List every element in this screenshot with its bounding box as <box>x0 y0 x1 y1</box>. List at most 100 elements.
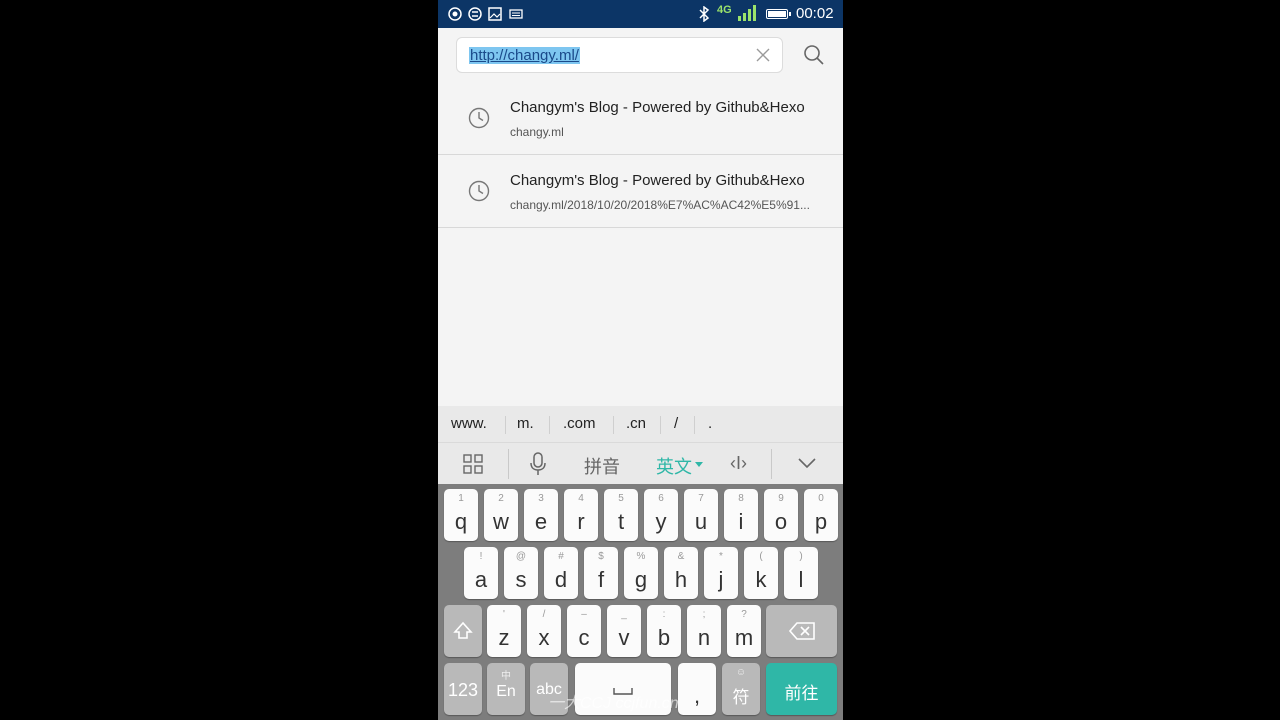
url-text: http://changy.ml/ <box>469 47 580 64</box>
suggestion-item[interactable]: Changym's Blog - Powered by Github&Hexo … <box>438 155 843 228</box>
key-h[interactable]: & h <box>664 547 698 599</box>
key-label: t <box>617 509 625 534</box>
keyboard-icon <box>509 9 523 19</box>
key-f[interactable]: $ f <box>584 547 618 599</box>
key-label: En <box>496 683 516 700</box>
quick-key-com[interactable]: .com <box>563 415 596 432</box>
key-hint: ( <box>759 551 763 562</box>
key-o[interactable]: 9o <box>764 489 798 541</box>
key-a[interactable]: ! a <box>464 547 498 599</box>
divider <box>771 449 772 479</box>
mode-english[interactable]: 英文 <box>656 453 692 479</box>
mode-pinyin[interactable]: 拼音 <box>584 453 620 479</box>
comma-key[interactable]: , <box>678 663 716 715</box>
image-icon <box>488 7 502 21</box>
history-clock-icon <box>468 180 490 202</box>
key-u[interactable]: 7u <box>684 489 718 541</box>
key-label: x <box>538 625 550 650</box>
key-label: g <box>634 567 648 592</box>
key-label: q <box>454 509 468 534</box>
grid-menu-icon[interactable] <box>463 454 483 474</box>
divider <box>508 449 509 479</box>
quick-key-dot[interactable]: . <box>708 415 712 432</box>
chevron-down-icon[interactable] <box>798 457 816 469</box>
key-label: o <box>774 509 788 534</box>
key-z[interactable]: ' z <box>487 605 521 657</box>
key-y[interactable]: 6y <box>644 489 678 541</box>
key-g[interactable]: % g <box>624 547 658 599</box>
key-label: a <box>474 567 488 592</box>
key-label: 123 <box>447 680 479 700</box>
shift-key[interactable] <box>444 605 482 657</box>
key-hint: $ <box>598 551 604 562</box>
key-d[interactable]: # d <box>544 547 578 599</box>
key-label: b <box>657 625 671 650</box>
backspace-key[interactable] <box>766 605 837 657</box>
key-k[interactable]: (k <box>744 547 778 599</box>
network-type: 4G <box>717 4 732 16</box>
key-i[interactable]: 8i <box>724 489 758 541</box>
key-hint: 8 <box>738 493 744 504</box>
bluetooth-icon <box>699 6 710 22</box>
key-s[interactable]: @ s <box>504 547 538 599</box>
numbers-key[interactable]: 123 <box>444 663 482 715</box>
app-notification-icon <box>468 7 482 21</box>
key-hint: @ <box>515 551 527 562</box>
address-bar: http://changy.ml/ <box>438 28 843 83</box>
key-v[interactable]: _ v <box>607 605 641 657</box>
suggestion-item[interactable]: Changym's Blog - Powered by Github&Hexo … <box>438 82 843 155</box>
key-hint: 4 <box>578 493 584 504</box>
microphone-icon[interactable] <box>529 452 547 476</box>
key-hint: – <box>581 609 587 620</box>
key-b[interactable]: :b <box>647 605 681 657</box>
quick-key-slash[interactable]: / <box>674 415 678 432</box>
key-hint: 0 <box>818 493 824 504</box>
phone-screen: 4G 00:02 http://changy.ml/ Changym's Blo… <box>438 0 843 720</box>
key-hint: ; <box>702 609 706 620</box>
key-label: p <box>814 509 828 534</box>
quick-key-m[interactable]: m. <box>517 415 534 432</box>
key-p[interactable]: 0p <box>804 489 838 541</box>
key-m[interactable]: ? m <box>727 605 761 657</box>
key-hint: & <box>677 551 685 562</box>
key-label: z <box>498 625 510 650</box>
key-hint: : <box>662 609 666 620</box>
quick-key-cn[interactable]: .cn <box>626 415 646 432</box>
keyboard-toolbar: 拼音 英文 ‹I› <box>438 442 843 485</box>
divider <box>694 416 695 434</box>
backspace-icon <box>789 622 815 640</box>
key-x[interactable]: / x <box>527 605 561 657</box>
divider <box>613 416 614 434</box>
key-n[interactable]: ; n <box>687 605 721 657</box>
suggestion-title: Changym's Blog - Powered by Github&Hexo <box>510 99 805 116</box>
key-label: m <box>734 625 754 650</box>
key-label: u <box>694 509 708 534</box>
key-label: n <box>697 625 711 650</box>
key-label: w <box>493 509 509 534</box>
clear-icon[interactable] <box>755 47 771 63</box>
watermark: 一大CCJ ccjfun.cn <box>548 695 679 712</box>
key-label: d <box>554 567 568 592</box>
go-button[interactable]: 前往 <box>766 663 837 715</box>
key-t[interactable]: 5t <box>604 489 638 541</box>
key-hint: 5 <box>618 493 624 504</box>
key-label: s <box>515 567 527 592</box>
quick-key-www[interactable]: www. <box>451 415 487 432</box>
symbols-key[interactable]: ☺ 符 <box>722 663 760 715</box>
key-q[interactable]: 1q <box>444 489 478 541</box>
keyboard-quick-bar: www. m. .com .cn / . <box>438 406 843 442</box>
key-c[interactable]: – c <box>567 605 601 657</box>
cursor-mode[interactable]: ‹I› <box>730 453 747 474</box>
language-key[interactable]: 中 En <box>487 663 525 715</box>
url-input[interactable]: http://changy.ml/ <box>456 37 783 73</box>
key-hint: 中 <box>501 671 511 682</box>
key-r[interactable]: 4r <box>564 489 598 541</box>
key-label: y <box>655 509 667 534</box>
search-icon[interactable] <box>803 44 825 66</box>
key-hint: * <box>719 551 723 562</box>
key-label: f <box>597 567 605 592</box>
key-w[interactable]: 2w <box>484 489 518 541</box>
key-l[interactable]: ) l <box>784 547 818 599</box>
key-j[interactable]: * j <box>704 547 738 599</box>
key-e[interactable]: 3e <box>524 489 558 541</box>
